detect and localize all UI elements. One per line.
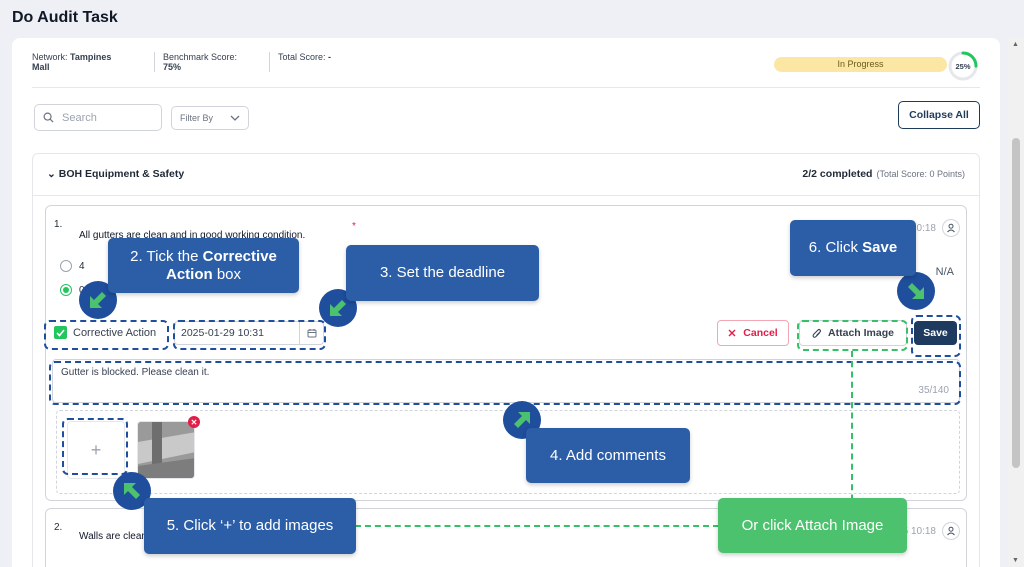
filter-select[interactable]: Filter By bbox=[171, 106, 249, 130]
highlight-deadline bbox=[173, 320, 326, 350]
cancel-button[interactable]: Cancel bbox=[717, 320, 789, 346]
total-score-label: Total Score: bbox=[278, 52, 326, 62]
section-status: 2/2 completed (Total Score: 0 Points) bbox=[802, 168, 965, 180]
callout-step-5: 5. Click ‘+’ to add images bbox=[144, 498, 356, 554]
scroll-up-icon[interactable]: ▲ bbox=[1012, 41, 1019, 48]
network-value: Tampines bbox=[70, 52, 112, 62]
highlight-save bbox=[911, 315, 961, 357]
network-info: Network: Tampines Mall bbox=[32, 52, 154, 72]
search-input[interactable]: Search bbox=[34, 104, 162, 131]
callout-step-6: 6. Click Save bbox=[790, 220, 916, 276]
radio-option-4[interactable] bbox=[60, 260, 72, 272]
section-title-text: BOH Equipment & Safety bbox=[58, 168, 185, 180]
filter-label: Filter By bbox=[180, 113, 214, 123]
remove-image-icon[interactable]: ✕ bbox=[188, 416, 200, 428]
progress-text: 25% bbox=[955, 62, 970, 71]
section-completed: 2/2 completed bbox=[802, 168, 873, 180]
scrollbar[interactable]: ▲ ▼ bbox=[1008, 38, 1024, 567]
benchmark-info: Benchmark Score: 75% bbox=[154, 52, 269, 72]
search-icon bbox=[43, 112, 54, 123]
page-title: Do Audit Task bbox=[12, 9, 118, 26]
total-score-value: - bbox=[328, 52, 332, 62]
highlight-add-image bbox=[62, 418, 128, 475]
benchmark-label: Benchmark Score: bbox=[163, 52, 238, 62]
network-value-line2: Mall bbox=[32, 62, 50, 72]
connector-line-horizontal bbox=[355, 525, 719, 527]
chevron-down-icon bbox=[230, 115, 240, 121]
benchmark-value: 75% bbox=[163, 62, 182, 72]
callout-step-2-prefix: 2. Tick the bbox=[130, 247, 203, 265]
user-icon[interactable] bbox=[942, 219, 960, 237]
callout-step-2: 2. Tick the Corrective Action box bbox=[108, 238, 299, 293]
close-icon bbox=[728, 329, 736, 337]
na-label: N/A bbox=[935, 266, 954, 278]
header-divider bbox=[32, 87, 980, 88]
highlight-comment bbox=[49, 361, 961, 405]
highlight-attach-image bbox=[797, 320, 908, 351]
search-placeholder: Search bbox=[62, 111, 97, 124]
callout-step-2-suffix: box bbox=[212, 265, 242, 283]
callout-or-attach: Or click Attach Image bbox=[718, 498, 907, 553]
image-thumbnail[interactable] bbox=[137, 421, 195, 479]
connector-line-vertical bbox=[851, 351, 853, 521]
total-score-info: Total Score: - bbox=[269, 52, 341, 72]
callout-step-6-prefix: 6. Click bbox=[808, 239, 863, 256]
user-icon[interactable] bbox=[942, 522, 960, 540]
section-title: ⌄ BOH Equipment & Safety bbox=[47, 168, 184, 180]
question-number: 1. bbox=[54, 219, 63, 230]
pointer-arrow-icon bbox=[897, 272, 935, 310]
scrollbar-thumb[interactable] bbox=[1012, 138, 1020, 468]
section-header[interactable]: ⌄ BOH Equipment & Safety 2/2 completed (T… bbox=[33, 154, 979, 196]
progress-ring: 25% bbox=[947, 50, 979, 87]
cancel-label: Cancel bbox=[743, 327, 778, 339]
collapse-all-button[interactable]: Collapse All bbox=[898, 101, 980, 129]
required-mark: * bbox=[352, 221, 356, 232]
network-label: Network: bbox=[32, 52, 68, 62]
audit-info-row: Network: Tampines Mall Benchmark Score: … bbox=[32, 52, 341, 72]
highlight-corrective-action bbox=[44, 320, 169, 350]
option-label-4: 4 bbox=[79, 261, 85, 272]
section-total-score: (Total Score: 0 Points) bbox=[876, 169, 965, 179]
chevron-down-icon: ⌄ bbox=[47, 168, 56, 180]
status-badge: In Progress bbox=[774, 57, 947, 72]
callout-step-3: 3. Set the deadline bbox=[346, 245, 539, 301]
callout-step-4: 4. Add comments bbox=[526, 428, 690, 483]
callout-step-6-bold: Save bbox=[862, 239, 898, 256]
scroll-down-icon[interactable]: ▼ bbox=[1012, 557, 1019, 564]
radio-option-0[interactable] bbox=[60, 284, 72, 296]
question-number: 2. bbox=[54, 522, 63, 533]
